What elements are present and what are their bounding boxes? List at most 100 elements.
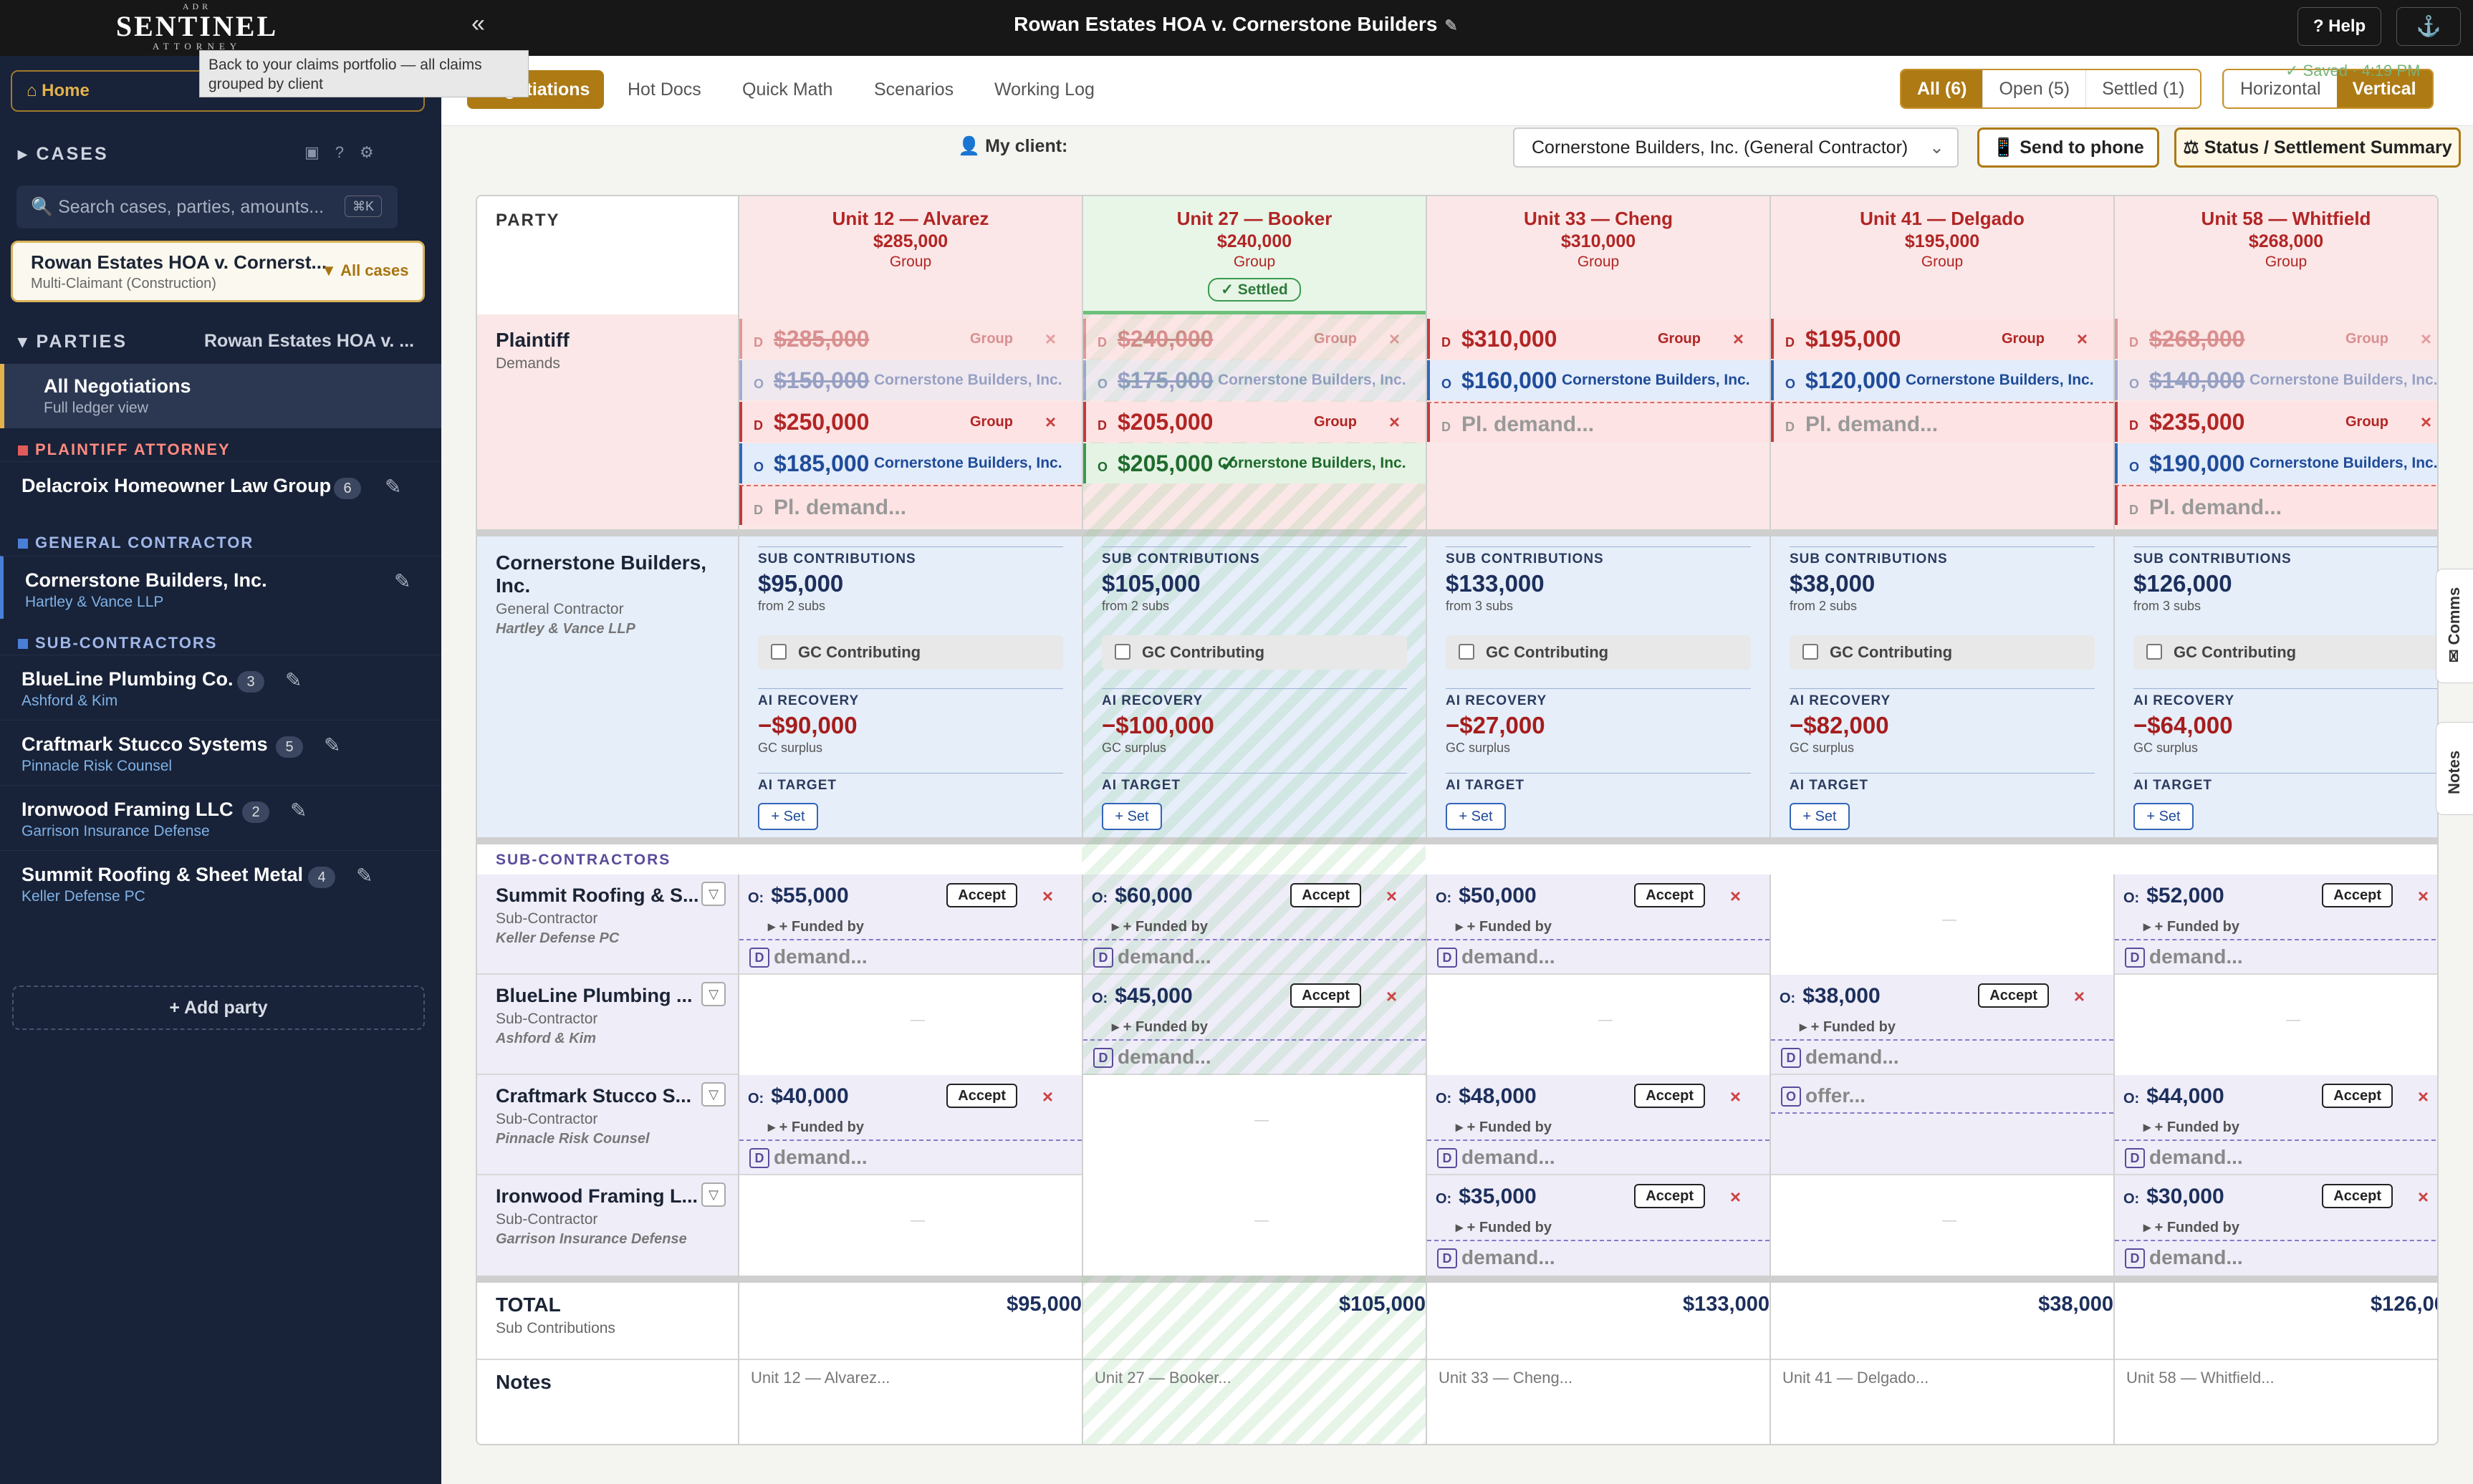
unit-column-header[interactable]: Unit 41 — Delgado $195,000 Group xyxy=(1769,196,2113,314)
funded-by-toggle[interactable]: ▸ + Funded by xyxy=(768,917,864,935)
funded-by-toggle[interactable]: ▸ + Funded by xyxy=(1456,917,1552,935)
help-button[interactable]: ? Help xyxy=(2297,7,2381,46)
reject-offer-icon[interactable]: × xyxy=(1042,874,1053,917)
offer-entry[interactable]: O $160,000 Cornerstone Builders, Inc. xyxy=(1427,360,1769,400)
unit-column-header[interactable]: Unit 27 — Booker $240,000 Group ✓ Settled xyxy=(1082,196,1426,314)
sidebar-party-summit[interactable]: Summit Roofing & Sheet Metal Keller Defe… xyxy=(0,850,441,913)
case-search-input[interactable]: 🔍 Search cases, parties, amounts... ⌘K xyxy=(16,186,398,228)
case-title[interactable]: Rowan Estates HOA v. Cornerstone Builder… xyxy=(788,13,1684,36)
plaintiff-demand-input[interactable]: D Pl. demand... xyxy=(739,485,1082,525)
reject-offer-icon[interactable]: × xyxy=(1730,1075,1741,1118)
offer-entry[interactable]: O $185,000 Cornerstone Builders, Inc. xyxy=(739,443,1082,483)
remove-entry-icon[interactable]: × xyxy=(2077,319,2088,359)
offer-entry[interactable]: O $140,000 Cornerstone Builders, Inc. xyxy=(2115,360,2437,400)
set-target-button[interactable]: + Set xyxy=(758,803,818,830)
gc-contributing-checkbox[interactable]: GC Contributing xyxy=(758,635,1063,670)
offer-entry[interactable]: O $150,000 Cornerstone Builders, Inc. xyxy=(739,360,1082,400)
sub-demand-input[interactable]: Ddemand... xyxy=(1427,1240,1769,1274)
edit-party-icon[interactable]: ✎ xyxy=(285,668,302,692)
remove-entry-icon[interactable]: × xyxy=(1045,402,1056,442)
remove-entry-icon[interactable]: × xyxy=(1733,319,1744,359)
filter-icon[interactable]: ▽ xyxy=(701,1082,726,1107)
sub-demand-input[interactable]: Ddemand... xyxy=(1427,939,1769,973)
offer-input[interactable]: Ooffer... xyxy=(1771,1079,2113,1114)
send-to-phone-button[interactable]: 📱 Send to phone xyxy=(1977,127,2159,168)
plaintiff-demand-input[interactable]: D Pl. demand... xyxy=(2115,485,2437,525)
funded-by-toggle[interactable]: ▸ + Funded by xyxy=(1112,1018,1208,1036)
sidebar-party-delacroix[interactable]: Delacroix Homeowner Law Group 6 ✎ xyxy=(0,461,441,524)
demand-entry[interactable]: D $195,000 Group × xyxy=(1771,319,2113,359)
set-target-button[interactable]: + Set xyxy=(2133,803,2194,830)
demand-entry[interactable]: D $235,000 Group × xyxy=(2115,402,2437,442)
notes-cell[interactable]: Unit 58 — Whitfield... xyxy=(2113,1359,2437,1444)
reject-offer-icon[interactable]: × xyxy=(2074,975,2085,1018)
funded-by-toggle[interactable]: ▸ + Funded by xyxy=(1800,1018,1896,1036)
accept-button[interactable]: Accept xyxy=(1634,883,1705,907)
all-cases-dropdown[interactable]: ▼ All cases xyxy=(321,261,408,280)
gc-contributing-checkbox[interactable]: GC Contributing xyxy=(1446,635,1751,670)
set-target-button[interactable]: + Set xyxy=(1446,803,1506,830)
app-logo[interactable]: ADR SENTINEL ATTORNEY xyxy=(107,1,287,52)
funded-by-toggle[interactable]: ▸ + Funded by xyxy=(2143,917,2239,935)
sub-offer-entry[interactable]: O: $55,000 Accept × xyxy=(739,874,1082,917)
sub-offer-entry[interactable]: O: $44,000 Accept × xyxy=(2115,1075,2437,1118)
tab-quick-math[interactable]: Quick Math xyxy=(728,70,847,109)
accept-button[interactable]: Accept xyxy=(2322,883,2393,907)
edit-party-icon[interactable]: ✎ xyxy=(290,799,307,822)
sub-demand-input[interactable]: Ddemand... xyxy=(1083,939,1426,973)
sub-offer-entry[interactable]: O: $60,000 Accept × xyxy=(1083,874,1426,917)
accept-button[interactable]: Accept xyxy=(2322,1084,2393,1108)
tab-hot-docs[interactable]: Hot Docs xyxy=(613,70,716,109)
add-party-button[interactable]: + Add party xyxy=(12,986,425,1030)
remove-entry-icon[interactable]: × xyxy=(2421,319,2431,359)
reject-offer-icon[interactable]: × xyxy=(2418,874,2429,917)
offer-entry[interactable]: O $205,000 ✓ Cornerstone Builders, Inc. xyxy=(1083,443,1426,483)
demand-entry[interactable]: D $285,000 Group × xyxy=(739,319,1082,359)
client-select[interactable]: Cornerstone Builders, Inc. (General Cont… xyxy=(1513,127,1959,168)
accept-button[interactable]: Accept xyxy=(946,1084,1017,1108)
anchor-icon[interactable]: ⚓ xyxy=(2396,7,2461,46)
collapse-sidebar-icon[interactable]: « xyxy=(471,10,485,38)
filter-icon[interactable]: ▽ xyxy=(701,882,726,906)
demand-entry[interactable]: D $240,000 Group × xyxy=(1083,319,1426,359)
notes-side-tab[interactable]: Notes xyxy=(2436,722,2473,815)
notes-cell[interactable]: Unit 12 — Alvarez... xyxy=(738,1359,1082,1444)
sub-offer-entry[interactable]: O: $52,000 Accept × xyxy=(2115,874,2437,917)
sub-demand-input[interactable]: Ddemand... xyxy=(739,939,1082,973)
sub-demand-input[interactable]: Ddemand... xyxy=(1427,1140,1769,1174)
cases-toolbar-icons[interactable]: ▣?⚙ xyxy=(304,143,390,162)
sub-demand-input[interactable]: Ddemand... xyxy=(1771,1039,2113,1074)
demand-entry[interactable]: D $310,000 Group × xyxy=(1427,319,1769,359)
accept-button[interactable]: Accept xyxy=(1290,883,1361,907)
reject-offer-icon[interactable]: × xyxy=(1042,1075,1053,1118)
edit-party-icon[interactable]: ✎ xyxy=(394,569,410,593)
plaintiff-demand-input[interactable]: D Pl. demand... xyxy=(1427,402,1769,442)
sub-offer-entry[interactable]: O: $35,000 Accept × xyxy=(1427,1175,1769,1218)
set-target-button[interactable]: + Set xyxy=(1790,803,1850,830)
funded-by-toggle[interactable]: ▸ + Funded by xyxy=(1112,917,1208,935)
offer-entry[interactable]: O $120,000 Cornerstone Builders, Inc. xyxy=(1771,360,2113,400)
notes-cell[interactable]: Unit 27 — Booker... xyxy=(1082,1359,1426,1444)
sub-demand-input[interactable]: Ddemand... xyxy=(739,1140,1082,1174)
reject-offer-icon[interactable]: × xyxy=(1386,874,1397,917)
sub-demand-input[interactable]: Ddemand... xyxy=(1083,1039,1426,1074)
reject-offer-icon[interactable]: × xyxy=(1730,1175,1741,1218)
funded-by-toggle[interactable]: ▸ + Funded by xyxy=(2143,1118,2239,1136)
parties-section-label[interactable]: ▾ PARTIES xyxy=(18,331,128,352)
remove-entry-icon[interactable]: × xyxy=(1389,319,1400,359)
gc-contributing-checkbox[interactable]: GC Contributing xyxy=(1790,635,2095,670)
demand-entry[interactable]: D $268,000 Group × xyxy=(2115,319,2437,359)
edit-party-icon[interactable]: ✎ xyxy=(356,864,373,887)
filter-open[interactable]: Open (5) xyxy=(1982,70,2085,107)
offer-entry[interactable]: O $175,000 Cornerstone Builders, Inc. xyxy=(1083,360,1426,400)
accept-button[interactable]: Accept xyxy=(1634,1184,1705,1208)
funded-by-toggle[interactable]: ▸ + Funded by xyxy=(1456,1118,1552,1136)
edit-party-icon[interactable]: ✎ xyxy=(385,475,401,498)
accept-button[interactable]: Accept xyxy=(1978,983,2049,1008)
active-case-card[interactable]: Rowan Estates HOA v. Cornerst... Multi-C… xyxy=(11,241,425,302)
funded-by-toggle[interactable]: ▸ + Funded by xyxy=(2143,1218,2239,1236)
sidebar-party-blueline[interactable]: BlueLine Plumbing Co. Ashford & Kim 3 ✎ xyxy=(0,655,441,718)
unit-column-header[interactable]: Unit 12 — Alvarez $285,000 Group xyxy=(738,196,1082,314)
remove-entry-icon[interactable]: × xyxy=(2421,402,2431,442)
tab-working-log[interactable]: Working Log xyxy=(980,70,1109,109)
